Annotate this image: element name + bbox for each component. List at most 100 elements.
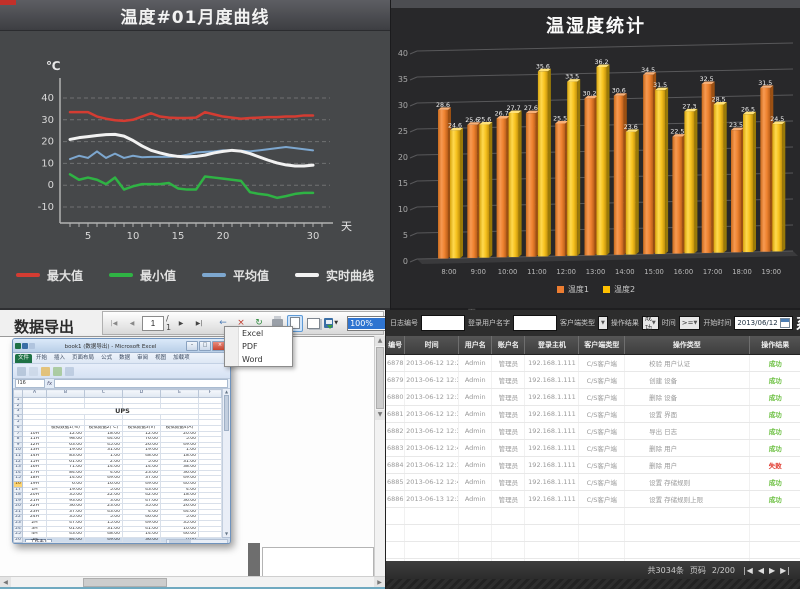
excel-ribbon-tab-0[interactable]: 文件	[15, 354, 32, 363]
export-menu-item-excel[interactable]: Excel	[225, 327, 292, 340]
log-row-empty	[386, 508, 800, 525]
next-page-icon[interactable]: ▶	[769, 566, 776, 575]
cell[interactable]: 模拟数据4(A)	[161, 425, 199, 431]
formula-input[interactable]	[54, 379, 228, 388]
excel-ribbon-tab-5[interactable]: 数据	[116, 354, 133, 363]
scroll-thumb[interactable]	[224, 395, 229, 431]
first-page-button[interactable]: |◀	[106, 315, 122, 332]
column-header-D[interactable]: D	[123, 390, 161, 398]
last-page-button[interactable]: ▶|	[191, 315, 207, 332]
prev-page-icon[interactable]: ◀	[758, 566, 765, 575]
filter-label-4: 时间	[662, 318, 676, 328]
log-row[interactable]: 68792013-06-12 12:32:22Admin管理员192.168.1…	[386, 372, 800, 389]
report-vertical-scrollbar[interactable]: ▲ ▼	[374, 336, 385, 576]
column-header-C[interactable]: C	[85, 390, 123, 398]
svg-text:10:00: 10:00	[498, 268, 518, 276]
select-all-corner[interactable]	[14, 390, 23, 398]
filter-date-5[interactable]: 2013/06/12	[734, 316, 792, 330]
log-column-2[interactable]: 用户名	[459, 336, 492, 355]
cell[interactable]: 6H	[23, 543, 47, 544]
log-cell: C/S客户端	[579, 423, 625, 440]
filter-input-1[interactable]	[513, 315, 557, 331]
scroll-thumb[interactable]	[83, 578, 167, 587]
log-cell: 2013-06-12 12:45:21	[405, 474, 459, 491]
svg-text:10: 10	[127, 231, 140, 242]
excel-ribbon-tab-3[interactable]: 页面布局	[69, 354, 97, 363]
cell[interactable]	[199, 543, 222, 544]
excel-ribbon-tab-7[interactable]: 视图	[152, 354, 169, 363]
log-cell: 管理员	[492, 372, 525, 389]
log-row[interactable]: 68842013-06-12 12:12:41Admin管理员192.168.1…	[386, 457, 800, 474]
log-cell: 192.168.1.111	[525, 474, 579, 491]
scroll-up-icon[interactable]: ▲	[375, 336, 385, 346]
name-box[interactable]: I16	[15, 379, 45, 388]
log-cell: 管理员	[492, 491, 525, 508]
excel-vertical-scrollbar[interactable]: ▲ ▼	[222, 389, 230, 537]
column-header-A[interactable]: A	[23, 390, 47, 398]
column-header-E[interactable]: E	[161, 390, 199, 398]
svg-text:24.5: 24.5	[770, 116, 784, 123]
excel-titlebar[interactable]: book1 (数据导出) - Microsoft Excel – □ ×	[13, 339, 230, 353]
log-cell: 192.168.1.111	[525, 389, 579, 406]
filter-input-0[interactable]	[421, 315, 465, 331]
cell[interactable]: 42.00	[85, 543, 123, 544]
scroll-down-icon[interactable]: ▼	[375, 410, 385, 420]
scroll-thumb[interactable]	[169, 540, 191, 545]
filter-select-4[interactable]: >=▼	[679, 316, 701, 330]
excel-row[interactable]: 276H6.0042.0043.0045.00	[14, 543, 222, 544]
filter-select-3[interactable]: 成功▼	[642, 316, 659, 330]
cell[interactable]: 模拟数据3(V)	[123, 425, 161, 431]
log-column-1[interactable]: 时间	[405, 336, 459, 355]
scroll-down-icon[interactable]: ▼	[223, 531, 230, 537]
filter-select-2[interactable]: ▼	[598, 316, 608, 330]
column-header-B[interactable]: B	[47, 390, 85, 398]
scroll-thumb[interactable]	[376, 347, 384, 409]
save-icon[interactable]	[22, 343, 28, 349]
cell[interactable]: 45.00	[161, 543, 199, 544]
cell[interactable]: 模拟数据1(%)	[47, 425, 85, 431]
excel-ribbon-tab-8[interactable]: 加载项	[170, 354, 193, 363]
cell[interactable]: 模拟数据2(℃)	[85, 425, 123, 431]
svg-text:30: 30	[307, 231, 320, 242]
log-column-3[interactable]: 账户名	[492, 336, 525, 355]
maximize-icon[interactable]: □	[199, 341, 211, 351]
minimize-icon[interactable]: –	[186, 341, 198, 351]
page-setup-button[interactable]	[305, 315, 321, 332]
cell[interactable]: 43.00	[123, 543, 161, 544]
log-column-5[interactable]: 客户端类型	[579, 336, 625, 355]
calendar-icon[interactable]	[780, 318, 790, 328]
excel-ribbon-tab-4[interactable]: 公式	[98, 354, 115, 363]
log-total-count: 共3034条	[648, 565, 684, 576]
log-cell: 管理员	[492, 423, 525, 440]
export-menu-item-pdf[interactable]: PDF	[225, 340, 292, 353]
log-row[interactable]: 68862013-06-13 12:31:23Admin管理员192.168.1…	[386, 491, 800, 508]
log-row[interactable]: 68852013-06-12 12:45:21Admin管理员192.168.1…	[386, 474, 800, 491]
next-page-button[interactable]: ▶	[173, 315, 189, 332]
excel-grid[interactable]: ABCDEF123UPS456模拟数据1(%)模拟数据2(℃)模拟数据3(V)模…	[13, 389, 222, 544]
log-row[interactable]: 68802013-06-12 12:34:23Admin管理员192.168.1…	[386, 389, 800, 406]
log-column-6[interactable]: 操作类型	[625, 336, 750, 355]
prev-page-button[interactable]: ◀	[124, 315, 140, 332]
filter-select-value: 成功	[645, 313, 652, 333]
first-page-icon[interactable]: |◀	[743, 566, 754, 575]
excel-horizontal-scrollbar[interactable]	[166, 539, 228, 545]
export-menu-item-word[interactable]: Word	[225, 353, 292, 366]
log-column-0[interactable]: 编号	[386, 336, 405, 355]
excel-ribbon-tab-6[interactable]: 审阅	[134, 354, 151, 363]
svg-text:0: 0	[403, 257, 408, 266]
excel-ribbon-tab-1[interactable]: 开始	[33, 354, 50, 363]
svg-text:32.5: 32.5	[700, 76, 714, 83]
page-number-input[interactable]	[142, 316, 164, 331]
export-button[interactable]: ▼	[323, 315, 339, 332]
log-row[interactable]: 68822013-06-12 12:31:45Admin管理员192.168.1…	[386, 423, 800, 440]
column-header-F[interactable]: F	[199, 390, 222, 398]
last-page-icon[interactable]: ▶|	[780, 566, 791, 575]
excel-ribbon-tab-2[interactable]: 插入	[51, 354, 68, 363]
log-column-7[interactable]: 操作结果	[749, 336, 800, 355]
log-row[interactable]: 68812013-06-12 12:31:34Admin管理员192.168.1…	[386, 406, 800, 423]
log-row[interactable]: 68782013-06-12 12:21:23Admin管理员192.168.1…	[386, 355, 800, 372]
temperature-line-chart: ℃403020100-10510152030天	[0, 30, 390, 255]
log-column-4[interactable]: 登录主机	[525, 336, 579, 355]
cell[interactable]: 6.00	[47, 543, 85, 544]
log-row[interactable]: 68832013-06-12 12:42:23Admin管理员192.168.1…	[386, 440, 800, 457]
